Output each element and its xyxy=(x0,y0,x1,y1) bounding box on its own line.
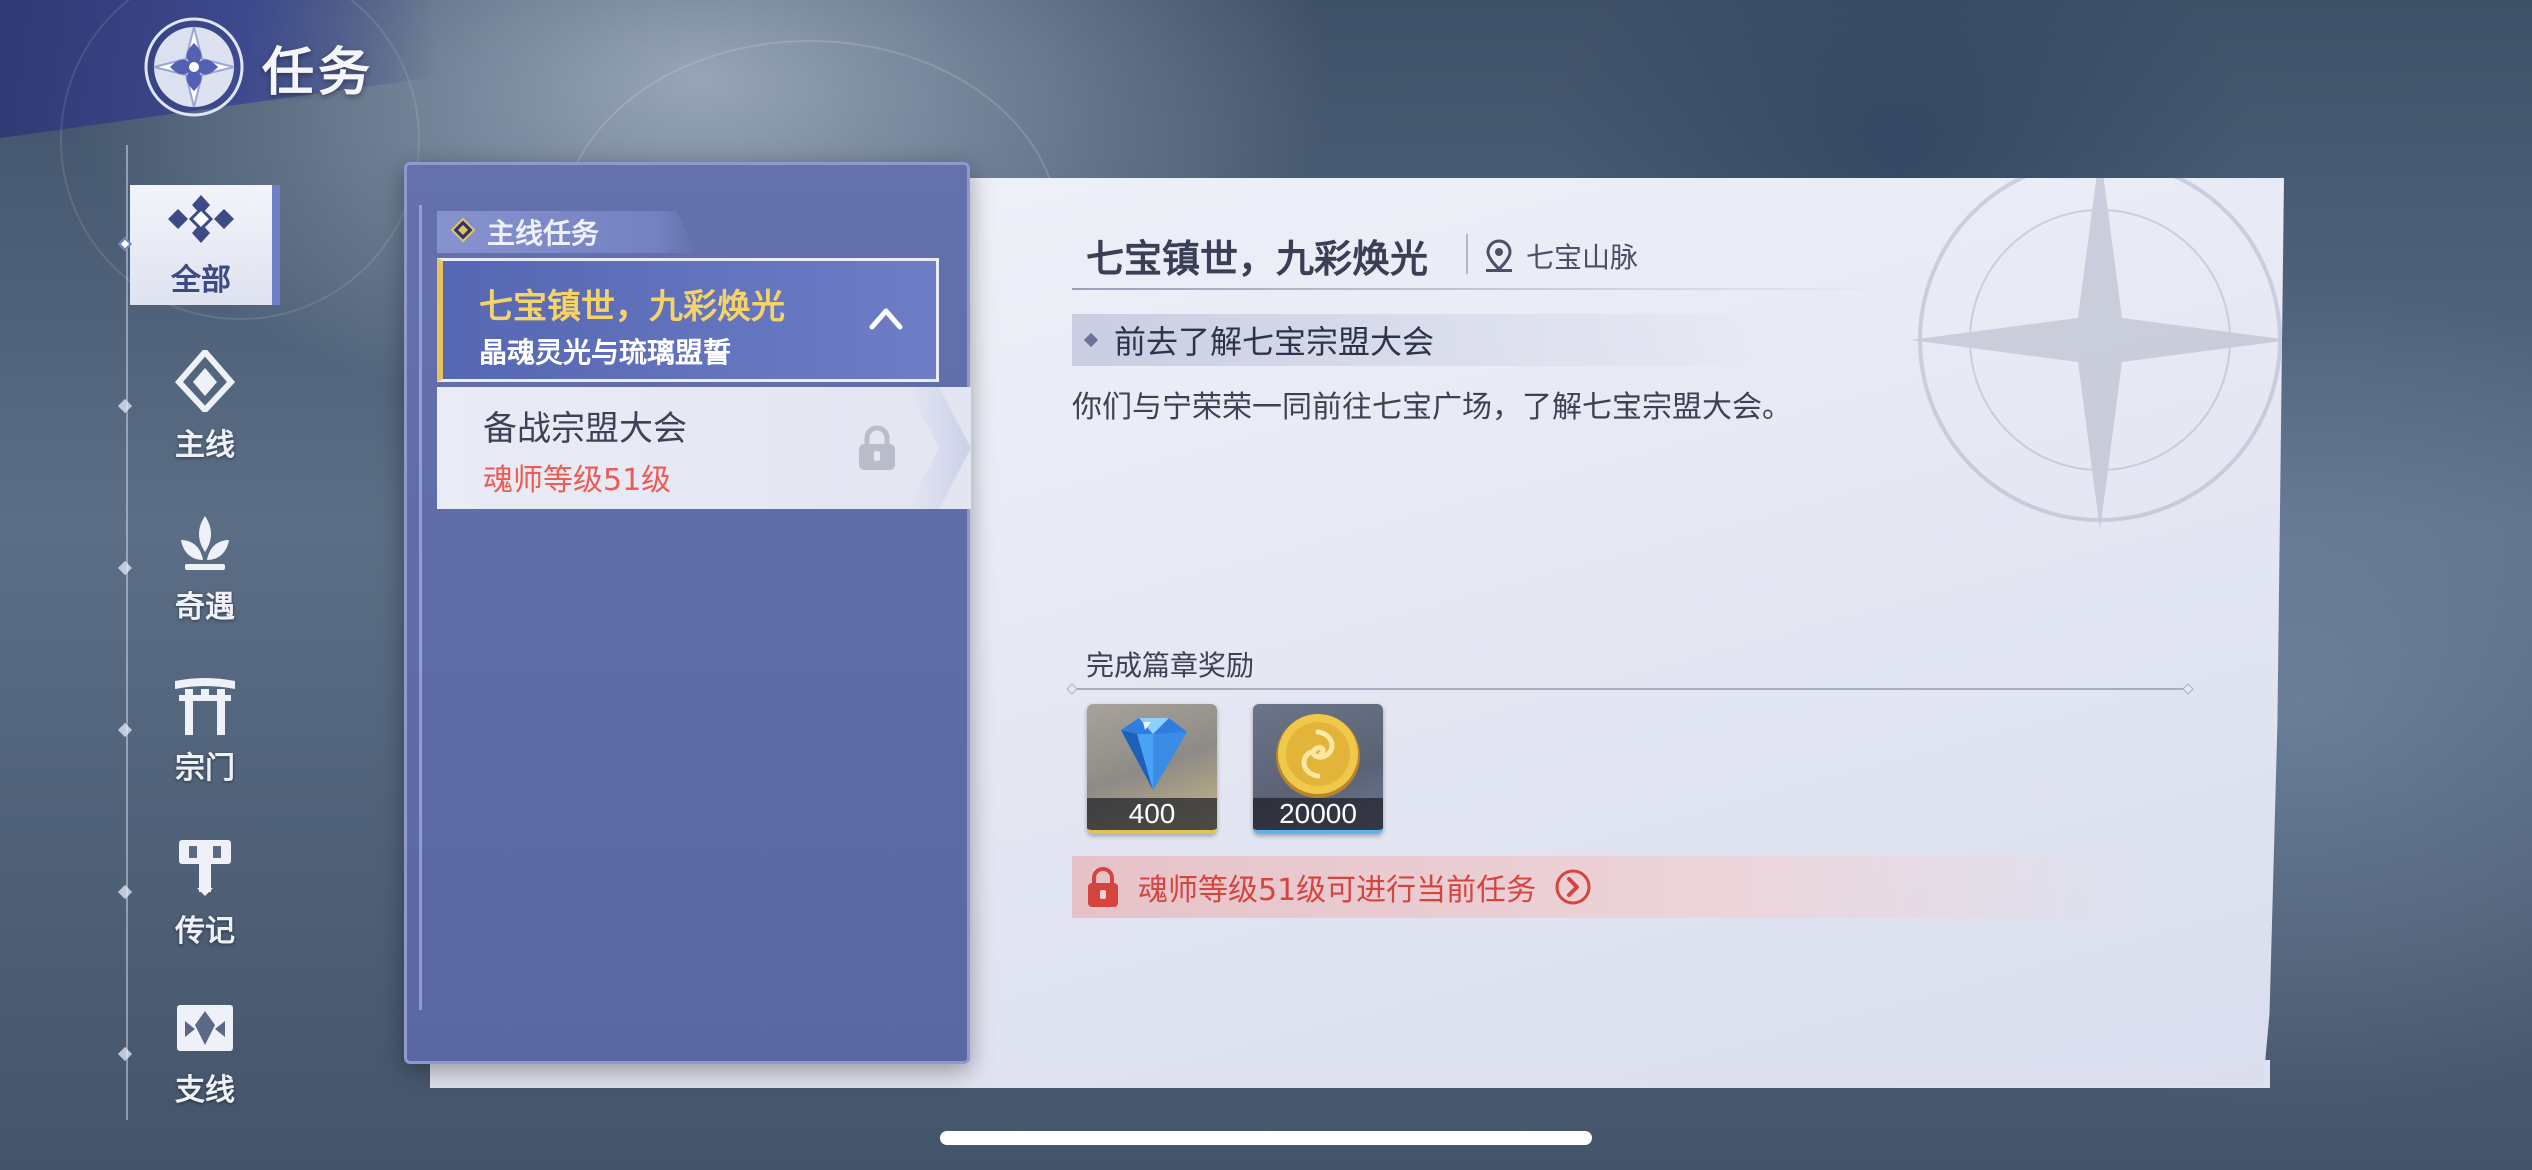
divider xyxy=(1072,288,1892,290)
quest-objective: 前去了解七宝宗盟大会 xyxy=(1072,314,1772,366)
chevron-up-icon[interactable] xyxy=(866,299,906,339)
reward-count: 20000 xyxy=(1253,798,1383,830)
nav-label: 宗门 xyxy=(175,751,235,786)
reward-section-title: 完成篇章奖励 xyxy=(1086,649,1255,682)
nav-item-main[interactable]: 主线 xyxy=(117,347,280,467)
gold-coin-icon xyxy=(1276,714,1360,798)
nav-item-sect[interactable]: 宗门 xyxy=(117,671,280,791)
compass-flower-icon xyxy=(140,13,248,121)
reward-item[interactable]: 400 xyxy=(1087,704,1217,834)
location-pin-icon xyxy=(1486,239,1512,272)
main-quest-icon xyxy=(175,350,235,412)
level-requirement-banner[interactable]: 魂师等级51级可进行当前任务 xyxy=(1072,856,2132,918)
chevron-right-icon xyxy=(907,387,971,509)
reward-count: 400 xyxy=(1087,798,1217,830)
compass-watermark xyxy=(1910,150,2290,530)
quest-location: 七宝山脉 xyxy=(1484,236,1638,276)
section-header-main-quest: 主线任务 xyxy=(437,211,697,253)
quest-description: 你们与宁荣荣一同前往七宝广场，了解七宝宗盟大会。 xyxy=(1072,390,1792,425)
reward-item[interactable]: 20000 xyxy=(1253,704,1383,834)
nav-label: 支线 xyxy=(175,1073,235,1108)
divider xyxy=(1072,688,2188,690)
quest-title: 七宝镇世，九彩焕光 xyxy=(479,287,785,327)
blue-gem-icon xyxy=(1121,718,1187,790)
gate-icon xyxy=(173,675,237,735)
quest-item-active[interactable]: 七宝镇世，九彩焕光 晶魂灵光与琉璃盟誓 xyxy=(437,258,939,382)
nav-label: 主线 xyxy=(175,428,235,463)
side-quest-icon xyxy=(175,1001,235,1057)
lock-icon xyxy=(1088,867,1118,907)
home-indicator[interactable] xyxy=(940,1131,1592,1145)
hammer-icon xyxy=(175,836,235,898)
sprout-icon xyxy=(175,512,235,574)
quest-subtitle: 晶魂灵光与琉璃盟誓 xyxy=(479,336,732,369)
nav-item-all[interactable]: 全部 xyxy=(117,185,280,305)
lock-icon xyxy=(859,425,895,470)
main-quest-icon xyxy=(450,217,476,246)
list-rail xyxy=(419,205,422,1010)
section-label: 主线任务 xyxy=(487,217,600,250)
nav-item-biography[interactable]: 传记 xyxy=(117,833,280,953)
quest-list-panel: 主线任务 七宝镇世，九彩焕光 晶魂灵光与琉璃盟誓 备战宗盟大会 魂师等级51级 xyxy=(404,162,971,1064)
nav-label: 传记 xyxy=(175,914,235,949)
nav-rail xyxy=(126,145,128,1120)
page-title: 任务 xyxy=(262,41,375,103)
quest-item-locked[interactable]: 备战宗盟大会 魂师等级51级 xyxy=(437,387,971,509)
lock-message: 魂师等级51级可进行当前任务 xyxy=(1138,873,1537,908)
objective-text: 前去了解七宝宗盟大会 xyxy=(1114,323,1435,361)
nav-label: 全部 xyxy=(171,263,231,298)
nav-item-side[interactable]: 支线 xyxy=(117,995,280,1115)
page-header: 任务 xyxy=(140,12,374,122)
divider xyxy=(1466,234,1468,274)
diamond-cluster-icon xyxy=(166,191,236,247)
chevron-right-circle-icon[interactable] xyxy=(1554,868,1592,906)
bullet-icon xyxy=(1083,332,1099,348)
quest-detail-title: 七宝镇世，九彩焕光 xyxy=(1086,236,1429,281)
quest-title: 备战宗盟大会 xyxy=(483,409,687,449)
quest-requirement: 魂师等级51级 xyxy=(483,463,672,498)
location-name: 七宝山脉 xyxy=(1526,241,1639,274)
nav-label: 奇遇 xyxy=(175,590,235,625)
nav-item-adventure[interactable]: 奇遇 xyxy=(117,509,280,629)
